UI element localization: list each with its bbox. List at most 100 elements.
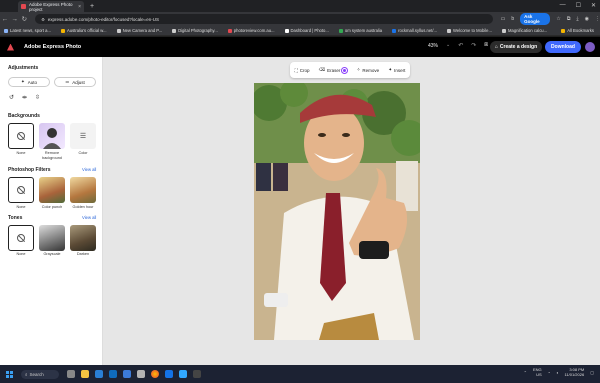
filter-golden-hour-thumb[interactable] xyxy=(70,177,96,203)
url-field[interactable]: ⚙ express.adobe.com/photo-editor/focused… xyxy=(35,14,493,24)
compare-icon[interactable]: ⧈ xyxy=(484,42,488,49)
left-panel: Adjustments ✦ Auto ⚌ Adjust ↺ ⇹ ⇳ Backgr… xyxy=(0,57,103,365)
file-explorer-icon[interactable] xyxy=(81,370,89,378)
tones-view-all-link[interactable]: View all xyxy=(82,215,96,220)
adjustments-title: Adjustments xyxy=(8,65,39,71)
thumb-label: None xyxy=(16,205,26,209)
bookmark-item[interactable]: Welcome to Mobile... xyxy=(446,28,492,33)
sliders-icon: ⚌ xyxy=(65,79,70,84)
download-icon[interactable]: ⤓ xyxy=(576,16,578,22)
filters-view-all-link[interactable]: View all xyxy=(82,167,96,172)
edited-photo[interactable] xyxy=(254,83,420,340)
wifi-icon[interactable]: ◔ xyxy=(548,370,550,375)
undo-icon[interactable]: ↶ xyxy=(458,42,463,49)
crop-tool[interactable]: ⛶ Crop xyxy=(295,68,310,73)
backgrounds-title: Backgrounds xyxy=(8,113,40,119)
back-icon[interactable]: ← xyxy=(0,16,10,23)
bookmark-item[interactable]: Dashboard | Photo... xyxy=(284,28,329,33)
tone-darken-thumb[interactable] xyxy=(70,225,96,251)
start-icon[interactable] xyxy=(6,370,13,378)
create-design-label: Create a design xyxy=(499,44,538,50)
none-icon xyxy=(17,234,25,242)
create-icon: ⌂ xyxy=(494,44,498,50)
remove-tool[interactable]: ✧ Remove xyxy=(357,67,380,73)
app-title: Adobe Express Photo xyxy=(24,44,82,50)
site-info-icon[interactable]: ⚙ xyxy=(41,17,45,22)
color-background-thumb[interactable]: ☰ xyxy=(70,123,96,149)
bing-icon[interactable]: b xyxy=(511,16,514,22)
maximize-icon[interactable]: ☐ xyxy=(576,2,581,9)
search-icon: ⌕ xyxy=(25,371,28,377)
app-icon[interactable] xyxy=(193,370,201,378)
create-design-button[interactable]: ⌂ Create a design xyxy=(490,41,542,53)
eraser-tool[interactable]: ⌫ Eraser xyxy=(319,67,348,73)
reload-icon[interactable]: ↻ xyxy=(19,15,29,23)
star-icon[interactable]: ☆ xyxy=(556,16,560,22)
auto-button[interactable]: ✦ Auto xyxy=(8,77,50,87)
zoom-level[interactable]: 43% xyxy=(428,43,438,49)
download-button[interactable]: Download xyxy=(545,41,581,53)
new-tab-icon[interactable]: + xyxy=(90,3,94,10)
flip-vertical-icon[interactable]: ⇳ xyxy=(35,94,40,101)
adobe-logo-icon[interactable] xyxy=(7,43,14,51)
notifications-icon[interactable]: ▢ xyxy=(590,370,594,375)
bookmark-item[interactable]: Australia's official w... xyxy=(60,28,107,33)
eraser-label: Eraser xyxy=(327,67,341,73)
extensions-icon[interactable]: ⧉ xyxy=(567,16,571,22)
store-icon[interactable] xyxy=(109,370,117,378)
bookmark-item[interactable]: rockmall.syllus.net/... xyxy=(392,28,437,33)
tab-title: Adobe Express Photo project xyxy=(29,1,73,12)
thumb-label: Color punch xyxy=(41,205,63,209)
outlook-icon[interactable] xyxy=(95,370,103,378)
filters-title: Photoshop Filters xyxy=(8,167,51,173)
minimize-icon[interactable]: — xyxy=(560,2,566,9)
bookmark-item[interactable]: om system australia xyxy=(338,28,382,33)
menu-icon[interactable]: ⋮ xyxy=(595,16,600,22)
insert-icon: ✦ xyxy=(388,67,393,72)
filter-color-punch-thumb[interactable] xyxy=(39,177,65,203)
background-none-thumb[interactable] xyxy=(8,123,34,149)
remove-background-thumb[interactable] xyxy=(39,123,65,149)
window-controls: — ☐ ✕ xyxy=(560,2,596,9)
filter-none-thumb[interactable] xyxy=(8,177,34,203)
bookmark-item[interactable]: Latest news, sport a... xyxy=(4,28,51,33)
tone-none-thumb[interactable] xyxy=(8,225,34,251)
ask-google-button[interactable]: Ask Google xyxy=(520,13,551,25)
profile-icon[interactable]: ◉ xyxy=(585,16,589,22)
tone-grayscale-thumb[interactable] xyxy=(39,225,65,251)
taskbar-search[interactable]: ⌕ Search xyxy=(21,369,59,379)
bookmark-item[interactable]: New Camera and P... xyxy=(116,28,162,33)
system-tray: ⌃ ENG US ◔ ◖ 3:08 PM 11/01/2026 ▢ xyxy=(524,367,594,377)
browser-tab[interactable]: Adobe Express Photo project × xyxy=(18,1,84,12)
close-tab-icon[interactable]: × xyxy=(78,4,81,10)
app-icon[interactable] xyxy=(123,370,131,378)
thumb-label: Remove background xyxy=(42,151,62,160)
volume-icon[interactable]: ◖ xyxy=(556,370,558,375)
app-icon[interactable] xyxy=(179,370,187,378)
chevron-up-icon[interactable]: ⌃ xyxy=(524,370,527,375)
bookmark-item[interactable]: Magnification calcu... xyxy=(502,28,547,33)
language-indicator[interactable]: ENG US xyxy=(533,367,542,377)
forward-icon[interactable]: → xyxy=(10,16,20,23)
thumb-label: None xyxy=(16,151,26,155)
chevron-down-icon[interactable]: ⌄ xyxy=(446,42,450,49)
all-bookmarks[interactable]: All Bookmarks xyxy=(561,28,594,33)
redo-icon[interactable]: ↷ xyxy=(471,42,476,49)
insert-tool[interactable]: ✦ Insert xyxy=(388,67,405,73)
adjust-button[interactable]: ⚌ Adjust xyxy=(54,77,96,87)
bookmark-item[interactable]: photoreview.com.au... xyxy=(227,28,275,33)
cast-icon[interactable]: ▭ xyxy=(501,16,506,22)
rotate-icon[interactable]: ↺ xyxy=(9,94,14,101)
bookmarks-bar: Latest news, sport a... Australia's offi… xyxy=(0,26,600,36)
photoshop-icon[interactable] xyxy=(165,370,173,378)
bookmark-item[interactable]: Digital Photography... xyxy=(172,28,218,33)
task-view-icon[interactable] xyxy=(67,370,75,378)
sparkle-icon: ✦ xyxy=(20,79,25,84)
clock[interactable]: 3:08 PM 11/01/2026 xyxy=(564,367,584,377)
flip-horizontal-icon[interactable]: ⇹ xyxy=(22,94,27,101)
user-avatar[interactable] xyxy=(585,42,595,52)
chrome-icon[interactable] xyxy=(151,370,159,378)
thumb-label: Golden hour xyxy=(72,205,94,209)
close-window-icon[interactable]: ✕ xyxy=(591,2,596,9)
app-icon[interactable] xyxy=(137,370,145,378)
